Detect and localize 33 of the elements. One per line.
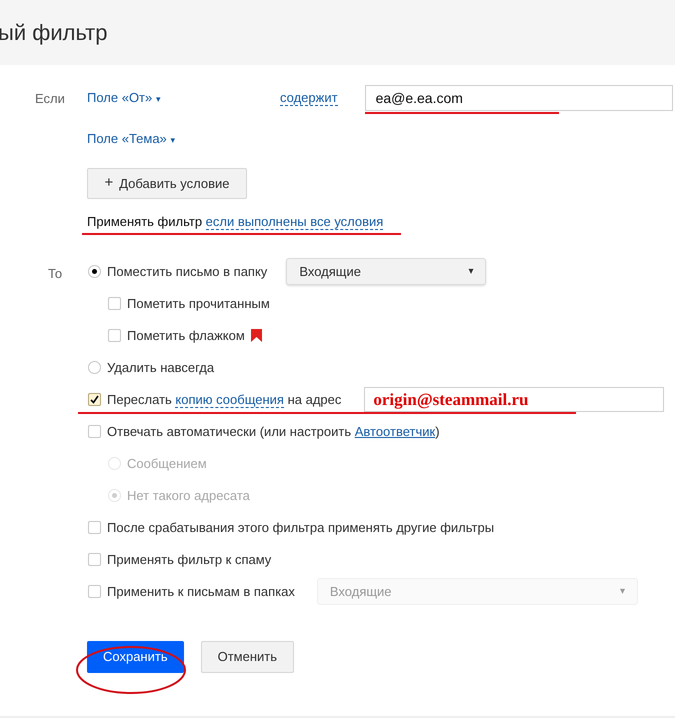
- checkbox[interactable]: [108, 329, 121, 342]
- checkbox[interactable]: [88, 585, 101, 598]
- option-label: Применять фильтр к спаму: [107, 550, 272, 569]
- checkbox[interactable]: [88, 393, 101, 406]
- option-label: Пометить прочитанным: [127, 294, 270, 313]
- if-label: Если: [35, 90, 66, 105]
- checkbox[interactable]: [108, 297, 121, 310]
- radio-button[interactable]: [88, 361, 101, 374]
- apply-condition-text: Применять фильтр если выполнены все условия: [87, 213, 384, 232]
- radio-button[interactable]: [88, 265, 101, 278]
- option-label: Отвечать автоматически (или настроить Автоответчик): [107, 422, 440, 441]
- option-label: Удалить навсегда: [107, 358, 214, 377]
- option-label: Пометить флажком: [127, 326, 245, 345]
- checkbox[interactable]: [88, 553, 101, 566]
- option-label: Сообщением: [127, 454, 207, 473]
- save-button[interactable]: Сохранить: [87, 640, 184, 672]
- then-label: То: [48, 264, 64, 280]
- operator-link[interactable]: содержит: [280, 90, 338, 106]
- conditions-link[interactable]: если выполнены все условия: [206, 214, 384, 230]
- folder-select[interactable]: Входящие ▾: [286, 258, 486, 285]
- add-condition-button[interactable]: + Добавить условие: [87, 168, 247, 199]
- checkbox[interactable]: [88, 521, 101, 534]
- option-label: После срабатывания этого фильтра применять другие фильтры: [107, 518, 494, 537]
- checkbox[interactable]: [88, 425, 101, 438]
- cancel-button[interactable]: Отменить: [200, 640, 294, 672]
- option-label: Нет такого адресата: [127, 486, 250, 505]
- option-label: Применить к письмам в папках: [107, 582, 295, 601]
- email-input[interactable]: origin@steammail.ru: [364, 387, 664, 412]
- option-label: Переслать копию сообщения на адрес: [107, 390, 342, 410]
- option-label: Поместить письмо в папку: [107, 262, 268, 281]
- field-dropdown[interactable]: Поле «От» ▾: [87, 88, 280, 108]
- value-input[interactable]: ea@e.ea.com: [364, 85, 673, 111]
- field-dropdown[interactable]: Поле «Тема» ▾: [87, 129, 280, 149]
